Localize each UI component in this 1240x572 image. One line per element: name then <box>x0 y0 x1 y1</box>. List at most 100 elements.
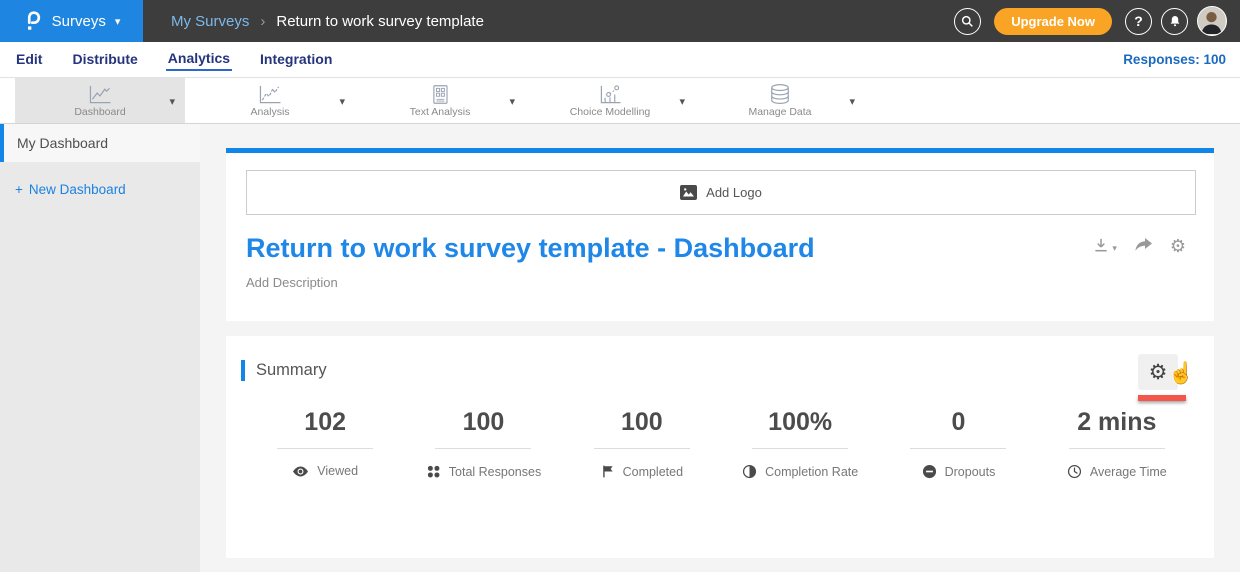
download-button[interactable]: ▾ <box>1093 237 1117 254</box>
analytics-toolbar: Dashboard ▾ Analysis ▾ Text Analysis ▾ <box>0 78 1240 124</box>
stat-value: 2 mins <box>1077 408 1156 437</box>
tab-integration[interactable]: Integration <box>258 49 334 70</box>
search-button[interactable] <box>954 8 981 35</box>
breadcrumb-separator-icon: › <box>260 13 265 30</box>
plus-icon: + <box>15 182 23 197</box>
accent-bar <box>241 360 245 381</box>
user-photo-icon <box>1198 7 1225 34</box>
summary-title: Summary <box>256 361 327 380</box>
stat-value: 100 <box>621 408 663 437</box>
stat-label: Completion Rate <box>765 465 858 479</box>
toolbar-item-choice-modelling[interactable]: Choice Modelling ▾ <box>525 78 695 123</box>
dashboard-actions: ▾ ⚙ <box>1093 237 1186 255</box>
survey-nav: Edit Distribute Analytics Integration Re… <box>0 42 1240 78</box>
database-icon <box>768 83 792 105</box>
responses-count[interactable]: Responses: 100 <box>1123 52 1226 67</box>
stat-divider <box>435 448 531 449</box>
minus-circle-icon <box>922 464 937 479</box>
hand-cursor-icon: ☝ <box>1168 362 1194 386</box>
stat-dropouts: 0 Dropouts <box>879 408 1037 479</box>
stat-value: 100% <box>768 408 832 437</box>
question-mark-icon: ? <box>1134 13 1143 29</box>
stat-divider <box>594 448 690 449</box>
avatar[interactable] <box>1197 6 1227 36</box>
tab-edit[interactable]: Edit <box>14 49 44 70</box>
toolbar-item-text-analysis[interactable]: Text Analysis ▾ <box>355 78 525 123</box>
toolbar-label-dashboard: Dashboard <box>74 106 125 118</box>
dashboard-title[interactable]: Return to work survey template - Dashboa… <box>246 233 815 264</box>
upgrade-now-button[interactable]: Upgrade Now <box>994 8 1112 35</box>
stat-viewed: 102 Viewed <box>246 408 404 479</box>
new-dashboard-button[interactable]: + New Dashboard <box>15 182 200 197</box>
stat-label: Viewed <box>317 464 358 478</box>
search-icon <box>961 15 974 28</box>
product-switcher[interactable]: Surveys ▾ <box>0 0 143 42</box>
summary-header: Summary <box>241 360 327 381</box>
tab-distribute[interactable]: Distribute <box>70 49 139 70</box>
annotation-highlight-bar <box>1138 395 1186 401</box>
stat-divider <box>752 448 848 449</box>
stat-value: 102 <box>304 408 346 437</box>
help-button[interactable]: ? <box>1125 8 1152 35</box>
stat-divider <box>910 448 1006 449</box>
product-name: Surveys <box>52 13 106 30</box>
breadcrumb-current: Return to work survey template <box>276 13 484 30</box>
contrast-circle-icon <box>742 464 757 479</box>
top-header: Surveys ▾ My Surveys › Return to work su… <box>0 0 1240 42</box>
stat-average-time: 2 mins Average Time <box>1038 408 1196 479</box>
summary-settings-annotation: ⚙ ☝ <box>1138 354 1200 390</box>
toolbar-item-analysis[interactable]: Analysis ▾ <box>185 78 355 123</box>
dashboard-header-panel: Add Logo Return to work survey template … <box>226 148 1214 321</box>
add-description-placeholder[interactable]: Add Description <box>246 275 338 290</box>
tab-analytics[interactable]: Analytics <box>166 48 232 71</box>
image-icon <box>680 185 697 200</box>
download-icon <box>1093 237 1110 254</box>
stat-label: Total Responses <box>449 465 541 479</box>
share-icon <box>1134 237 1153 253</box>
questionpro-logo-icon <box>23 9 43 33</box>
stat-total-responses: 100 Total Responses <box>404 408 562 479</box>
dashboard-dropdown-caret-icon[interactable]: ▾ <box>169 95 175 108</box>
stat-divider <box>1069 448 1165 449</box>
header-actions: Upgrade Now ? <box>954 6 1240 36</box>
toolbar-label-choice-modelling: Choice Modelling <box>570 106 651 118</box>
toolbar-item-manage-data[interactable]: Manage Data ▾ <box>695 78 865 123</box>
toolbar-item-dashboard[interactable]: Dashboard ▾ <box>15 78 185 123</box>
choice-modelling-dropdown-caret-icon[interactable]: ▾ <box>679 95 685 108</box>
clock-icon <box>1067 464 1082 479</box>
gear-icon: ⚙ <box>1149 362 1168 383</box>
summary-stats-row: 102 Viewed 100 <box>246 408 1196 479</box>
manage-data-dropdown-caret-icon[interactable]: ▾ <box>849 95 855 108</box>
stat-label: Average Time <box>1090 465 1167 479</box>
analysis-dropdown-caret-icon[interactable]: ▾ <box>339 95 345 108</box>
sidebar-item-my-dashboard[interactable]: My Dashboard <box>0 124 200 162</box>
download-caret-icon: ▾ <box>1112 243 1117 254</box>
dashboard-sidebar: My Dashboard + New Dashboard <box>0 124 200 572</box>
stat-value: 100 <box>463 408 505 437</box>
dots-grid-icon <box>426 464 441 479</box>
dashboard-settings-button[interactable]: ⚙ <box>1170 237 1186 255</box>
chevron-down-icon: ▾ <box>115 15 121 28</box>
toolbar-label-analysis: Analysis <box>250 106 289 118</box>
stat-value: 0 <box>952 408 966 437</box>
stat-completed: 100 Completed <box>563 408 721 479</box>
summary-panel: Summary ⚙ ☝ 102 Viewed 1 <box>226 336 1214 558</box>
eye-icon <box>292 465 309 478</box>
analysis-chart-icon <box>257 84 283 105</box>
share-button[interactable] <box>1134 237 1153 253</box>
stat-label: Dropouts <box>945 465 996 479</box>
newspaper-icon <box>429 84 451 105</box>
stat-completion-rate: 100% Completion Rate <box>721 408 879 479</box>
notifications-button[interactable] <box>1161 8 1188 35</box>
breadcrumb-my-surveys[interactable]: My Surveys <box>171 13 249 30</box>
text-analysis-dropdown-caret-icon[interactable]: ▾ <box>509 95 515 108</box>
sidebar-item-label: My Dashboard <box>17 135 108 151</box>
stat-label: Completed <box>623 465 683 479</box>
new-dashboard-label: New Dashboard <box>29 182 126 197</box>
line-chart-icon <box>87 84 113 105</box>
gear-icon: ⚙ <box>1170 237 1186 255</box>
add-logo-label: Add Logo <box>706 185 762 200</box>
add-logo-button[interactable]: Add Logo <box>246 170 1196 215</box>
breadcrumb: My Surveys › Return to work survey templ… <box>171 13 484 30</box>
scatter-chart-icon <box>597 84 623 105</box>
